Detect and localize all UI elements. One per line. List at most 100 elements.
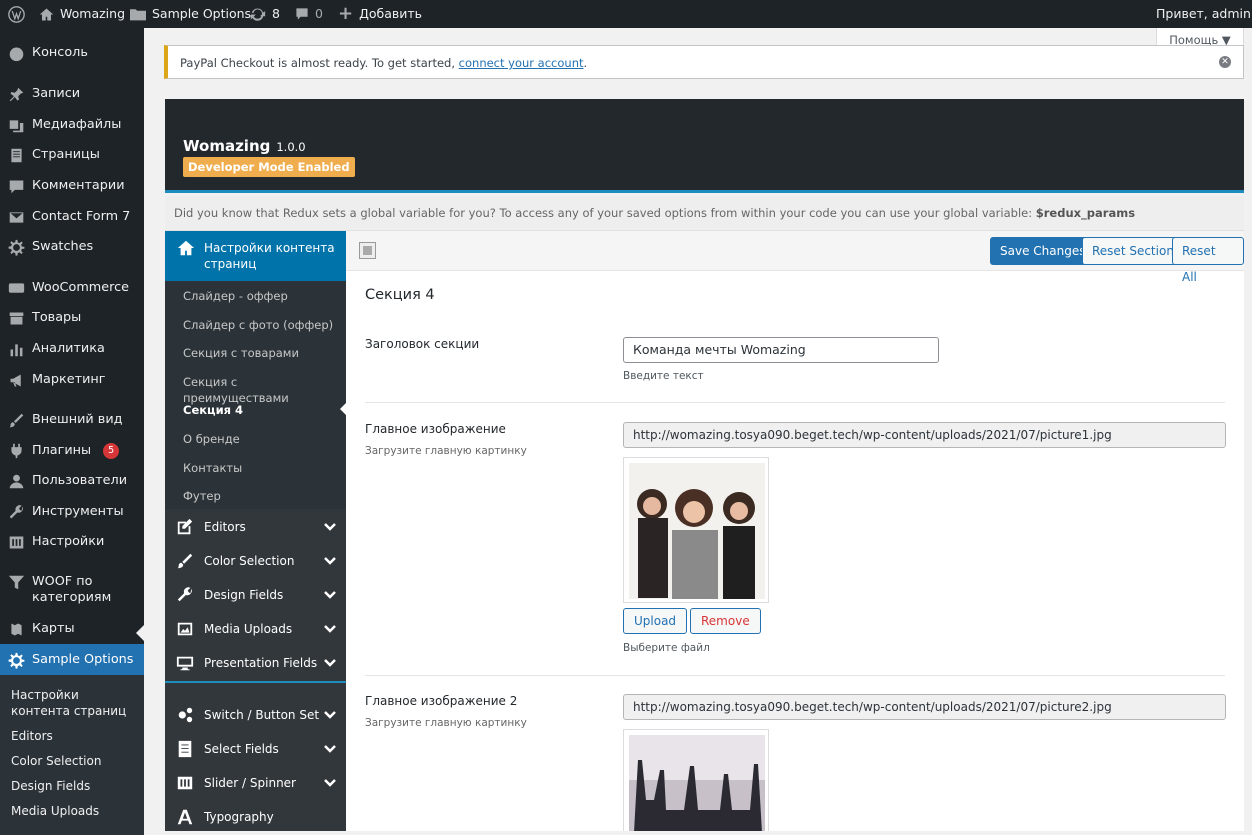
heading-hint: Введите текст bbox=[623, 370, 704, 382]
menu-item-2[interactable]: Записи bbox=[0, 86, 144, 103]
menu-item-5[interactable]: Комментарии bbox=[0, 178, 144, 195]
menu-item-19[interactable]: Sample Options bbox=[0, 644, 144, 676]
chevron-down-icon bbox=[324, 625, 336, 633]
gear-icon bbox=[8, 652, 25, 669]
submenu-item-2[interactable]: Editors bbox=[11, 728, 53, 744]
redux-main-panel: Save Changes Reset Section Reset All Сек… bbox=[346, 231, 1244, 831]
options-page-link[interactable]: Sample Options bbox=[130, 0, 251, 28]
menu-item-16[interactable]: Настройки bbox=[0, 534, 144, 551]
updates-link[interactable]: 8 bbox=[249, 0, 280, 28]
menu-item-18[interactable]: Карты bbox=[0, 621, 144, 638]
woo-icon bbox=[8, 283, 25, 293]
admin-bar: Womazing Sample Options 8 0 + Добавить П… bbox=[0, 0, 1252, 28]
section-brush[interactable]: Color Selection bbox=[165, 544, 346, 578]
section-monitor[interactable]: Presentation Fields bbox=[165, 646, 346, 680]
section-cogs[interactable]: Switch / Button Set bbox=[165, 698, 346, 732]
menu-item-13[interactable]: Плагины 5 bbox=[0, 442, 144, 459]
map-icon bbox=[11, 623, 22, 636]
comment-icon bbox=[296, 8, 308, 20]
heading-input[interactable]: Команда мечты Womazing bbox=[623, 337, 939, 363]
user-icon bbox=[9, 474, 24, 489]
wrench-icon bbox=[177, 587, 192, 602]
dismiss-icon[interactable]: ✕ bbox=[1219, 56, 1231, 68]
brush-icon bbox=[177, 553, 193, 569]
reset-all-button[interactable]: Reset All bbox=[1172, 237, 1244, 284]
options-title: Womazing 1.0.0 bbox=[183, 137, 306, 155]
image2-field-label: Главное изображение 2 bbox=[365, 694, 518, 708]
menu-item-4[interactable]: Страницы bbox=[0, 147, 144, 164]
chart-icon bbox=[10, 344, 23, 357]
chevron-down-icon bbox=[324, 523, 336, 531]
plug-icon bbox=[11, 443, 22, 459]
image1-url-input[interactable]: http://womazing.tosya090.beget.tech/wp-c… bbox=[623, 422, 1226, 448]
redux-toolbar: Save Changes Reset Section Reset All bbox=[346, 231, 1244, 284]
update-count-badge: 5 bbox=[103, 442, 120, 459]
subsection-item-7[interactable]: Контакты bbox=[183, 460, 242, 476]
page-icon bbox=[11, 148, 22, 163]
subsection-item-6[interactable]: О бренде bbox=[183, 431, 240, 447]
expand-options-button[interactable] bbox=[359, 242, 376, 259]
paypal-notice: PayPal Checkout is almost ready. To get … bbox=[164, 45, 1244, 79]
menu-item-17[interactable]: WOOF по категориям bbox=[0, 574, 144, 606]
menu-item-11[interactable]: Маркетинг bbox=[0, 372, 144, 389]
subsection-item-5[interactable]: Секция 4 bbox=[183, 402, 243, 418]
subsection-item-8[interactable]: Футер bbox=[183, 488, 221, 504]
wordpress-logo-icon[interactable] bbox=[8, 0, 25, 28]
section-font[interactable]: Typography bbox=[165, 800, 346, 834]
menu-item-12[interactable]: Внешний вид bbox=[0, 412, 144, 429]
redux-sidebar: Настройки контента страниц Слайдер - офф… bbox=[165, 231, 346, 831]
save-changes-button[interactable]: Save Changes bbox=[990, 237, 1096, 265]
submenu-item-5[interactable]: Media Uploads bbox=[11, 803, 99, 819]
menu-item-7[interactable]: Swatches bbox=[0, 239, 144, 256]
cogs-icon bbox=[178, 707, 193, 723]
remove-button[interactable]: Remove bbox=[690, 608, 761, 634]
new-content-link[interactable]: + Добавить bbox=[338, 0, 422, 28]
section-wrench[interactable]: Design Fields bbox=[165, 578, 346, 612]
subsection-item-2[interactable]: Слайдер с фото (оффер) bbox=[183, 317, 333, 333]
subsection-list: Слайдер - оффер Слайдер с фото (оффер) Сек… bbox=[165, 281, 346, 509]
menu-item-14[interactable]: Пользователи bbox=[0, 473, 144, 490]
section-page-content[interactable]: Настройки контента страниц bbox=[165, 231, 346, 281]
subsection-item-3[interactable]: Секция с товарами bbox=[183, 345, 299, 361]
submenu-item-1[interactable]: Настройки контента страниц bbox=[11, 687, 136, 719]
section-image[interactable]: Media Uploads bbox=[165, 612, 346, 646]
list-icon bbox=[178, 740, 192, 758]
filter-icon bbox=[8, 575, 25, 590]
image1-preview bbox=[623, 457, 769, 603]
menu-item-15[interactable]: Инструменты bbox=[0, 504, 144, 521]
monitor-icon bbox=[176, 656, 194, 671]
menu-item-3[interactable]: Медиафайлы bbox=[0, 117, 144, 134]
plus-icon: + bbox=[338, 3, 354, 24]
image2-field-desc: Загрузите главную картинку bbox=[365, 717, 527, 729]
folder-icon bbox=[130, 9, 146, 21]
section-list[interactable]: Select Fields bbox=[165, 732, 346, 766]
mail-icon bbox=[9, 212, 24, 223]
menu-item-8[interactable]: WooCommerce bbox=[0, 280, 144, 297]
comments-link[interactable]: 0 bbox=[295, 0, 323, 28]
account-menu[interactable]: Привет, admin bbox=[1156, 0, 1252, 28]
connect-account-link[interactable]: connect your account bbox=[459, 56, 584, 70]
submenu-item-4[interactable]: Design Fields bbox=[11, 778, 90, 794]
subsection-item-1[interactable]: Слайдер - оффер bbox=[183, 288, 288, 304]
megaphone-icon bbox=[10, 374, 21, 387]
section-edit[interactable]: Editors bbox=[165, 510, 346, 544]
menu-item-1[interactable]: Консоль bbox=[0, 45, 144, 62]
image2-url-input[interactable]: http://womazing.tosya090.beget.tech/wp-c… bbox=[623, 694, 1226, 720]
chevron-down-icon bbox=[324, 557, 336, 565]
menu-item-10[interactable]: Аналитика bbox=[0, 341, 144, 358]
reset-section-button[interactable]: Reset Section bbox=[1082, 237, 1184, 265]
upload-button[interactable]: Upload bbox=[623, 608, 688, 634]
brush-icon bbox=[9, 413, 24, 428]
subsection-item-4[interactable]: Секция с преимуществами bbox=[183, 374, 346, 406]
sample-options-submenu: Настройки контента страниц Editors Color S… bbox=[0, 675, 144, 835]
admin-menu: Консоль Записи Медиафайлы Страницы Комментар… bbox=[0, 28, 144, 835]
submenu-item-3[interactable]: Color Selection bbox=[11, 753, 101, 769]
site-name-link[interactable]: Womazing bbox=[39, 0, 125, 28]
menu-item-6[interactable]: Contact Form 7 bbox=[0, 209, 144, 226]
section-sliders[interactable]: Slider / Spinner bbox=[165, 766, 346, 800]
menu-item-9[interactable]: Товары bbox=[0, 310, 144, 327]
heading-field-label: Заголовок секции bbox=[365, 337, 480, 351]
global-variable-name: $redux_params bbox=[1035, 206, 1136, 220]
gear-icon bbox=[8, 239, 25, 256]
pin-icon bbox=[9, 87, 24, 102]
